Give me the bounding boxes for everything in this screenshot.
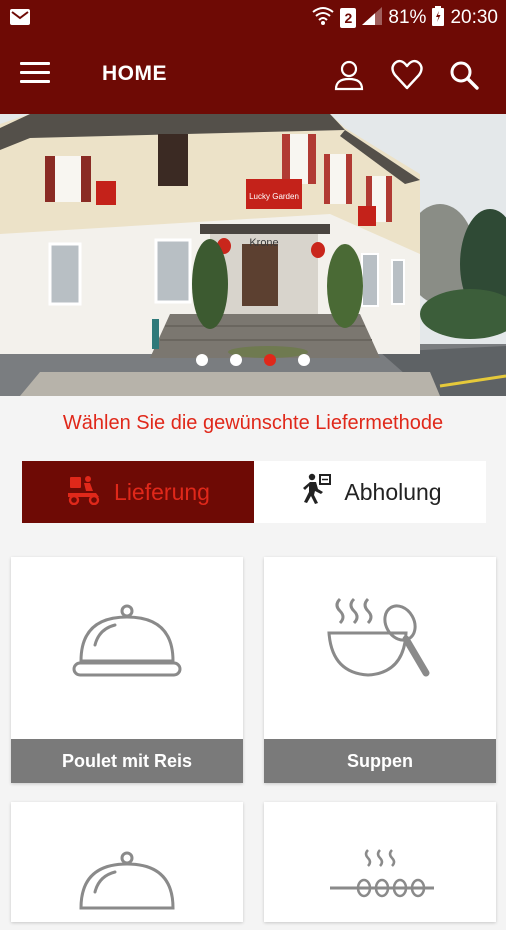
status-bar: 2 81% 20:30: [0, 0, 506, 36]
scooter-icon: [66, 473, 102, 511]
delivery-option-button[interactable]: Lieferung: [22, 461, 254, 523]
menu-icon[interactable]: [20, 62, 50, 88]
carousel-dot[interactable]: [298, 354, 310, 366]
user-icon[interactable]: [332, 58, 366, 92]
category-card[interactable]: Suppen: [264, 557, 496, 783]
battery-percent: 81%: [388, 7, 427, 28]
carousel-dot[interactable]: [196, 354, 208, 366]
category-label: Suppen: [264, 739, 496, 783]
category-card[interactable]: Poulet mit Reis: [11, 557, 243, 783]
signal-icon: [362, 6, 383, 30]
wifi-icon: [312, 6, 335, 31]
category-label: Poulet mit Reis: [11, 739, 243, 783]
carousel-dot-active[interactable]: [264, 354, 276, 366]
sim-badge: 2: [340, 8, 357, 28]
delivery-option-label: Lieferung: [114, 478, 210, 505]
battery-icon: [432, 5, 445, 31]
page-title: HOME: [102, 62, 167, 85]
heart-icon[interactable]: [390, 58, 424, 92]
category-card[interactable]: [11, 802, 243, 922]
search-icon[interactable]: [447, 58, 481, 92]
delivery-method-prompt: Wählen Sie die gewünschte Liefermethode: [62, 412, 444, 434]
delivery-method-toggle: Lieferung Abholung: [22, 461, 486, 523]
pickup-option-label: Abholung: [344, 478, 442, 505]
app-bar: HOME: [0, 36, 506, 114]
pickup-option-button[interactable]: Abholung: [254, 461, 486, 523]
grill-skewer-icon: [330, 849, 434, 898]
gmail-icon: [10, 9, 30, 30]
carousel-dots: [0, 354, 506, 366]
restaurant-sign: Lucky Garden: [249, 192, 299, 201]
cloche-icon: [72, 604, 182, 677]
hero-carousel[interactable]: Lucky Garden Krone: [0, 114, 506, 396]
clock: 20:30: [450, 7, 498, 28]
cloche-icon: [79, 851, 175, 910]
soup-bowl-icon: [327, 597, 430, 677]
carousel-dot[interactable]: [230, 354, 242, 366]
category-card[interactable]: [264, 802, 496, 922]
running-person-icon: [298, 473, 332, 511]
facade-lettering: Krone: [249, 237, 278, 249]
